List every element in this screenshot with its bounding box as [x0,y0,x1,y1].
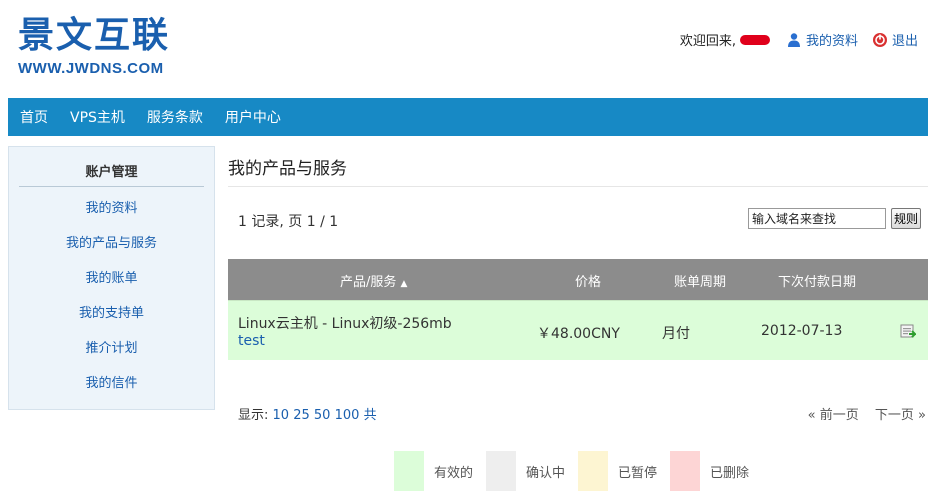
legend-deleted: 已删除 [670,451,762,491]
sidebar-item-products[interactable]: 我的产品与服务 [9,226,214,261]
logo-title: 景文互联 [18,15,171,56]
table-row: Linux云主机 - Linux初级-256mb test ￥48.00CNY … [228,300,928,360]
legend-label: 已暂停 [618,465,658,481]
nav-vps[interactable]: VPS主机 [70,107,125,127]
page-size-50[interactable]: 50 [314,408,331,423]
page-title: 我的产品与服务 [228,159,347,179]
page-size-25[interactable]: 25 [293,408,310,423]
legend-swatch-suspended [578,451,608,491]
legend-pending: 确认中 [486,451,578,491]
logout-link-label: 退出 [891,34,918,49]
logo[interactable]: 景文互联 WWW.JWDNS.COM [18,14,170,78]
display-label: 显示: [238,408,269,423]
legend-swatch-pending [486,451,516,491]
header-product[interactable]: 产品/服务 ▲ [340,271,407,290]
page-size-10[interactable]: 10 [273,408,290,423]
logout-icon [872,32,887,47]
nav-user-center[interactable]: 用户中心 [225,107,281,127]
profile-link-label: 我的资料 [805,34,858,49]
title-divider [228,186,928,187]
page-size-selector: 显示: 10 25 50 100 共 [238,404,377,423]
sidebar-item-affiliates[interactable]: 推介计划 [9,331,214,366]
legend-label: 已删除 [710,465,750,481]
page-size-100[interactable]: 100 [335,408,360,423]
search-form: 规则 [748,208,922,229]
cell-product: Linux云主机 - Linux初级-256mb [238,316,452,332]
legend-label: 有效的 [434,465,474,481]
sidebar-item-emails[interactable]: 我的信件 [9,366,214,401]
page-size-all[interactable]: 共 [364,408,377,423]
main-nav: 首页 VPS主机 服务条款 用户中心 [8,98,928,136]
header-price[interactable]: 价格 [575,271,601,290]
search-input[interactable] [748,208,886,229]
header-billing-cycle[interactable]: 账单周期 [674,271,726,290]
nav-home[interactable]: 首页 [20,107,48,127]
products-table: 产品/服务 ▲ 价格 账单周期 下次付款日期 Linux云主机 - Linux初… [228,259,928,360]
sidebar: 账户管理 我的资料 我的产品与服务 我的账单 我的支持单 推介计划 我的信件 [8,146,215,410]
logo-subtitle: WWW.JWDNS.COM [18,60,164,77]
next-page[interactable]: 下一页 » [875,408,926,423]
user-bar: 欢迎回来, 我的资料 退出 [680,30,918,49]
status-legend: 有效的 确认中 已暂停 已删除 [394,451,762,491]
sidebar-item-tickets[interactable]: 我的支持单 [9,296,214,331]
sidebar-title: 账户管理 [19,161,204,187]
legend-swatch-active [394,451,424,491]
legend-active: 有效的 [394,451,486,491]
legend-label: 确认中 [526,465,566,481]
logout-link[interactable]: 退出 [872,30,918,49]
cell-billing-cycle: 月付 [662,326,690,342]
table-header: 产品/服务 ▲ 价格 账单周期 下次付款日期 [228,259,928,300]
profile-link[interactable]: 我的资料 [786,30,858,49]
cell-price: ￥48.00CNY [537,326,620,342]
user-icon [787,32,800,47]
search-button[interactable]: 规则 [891,208,922,229]
sidebar-item-profile[interactable]: 我的资料 [9,191,214,226]
prev-page[interactable]: « 前一页 [808,408,859,423]
header-product-label: 产品/服务 [340,275,397,290]
record-count: 1 记录, 页 1 / 1 [238,214,339,230]
welcome-text: 欢迎回来, [679,34,736,49]
view-details-icon[interactable] [900,323,916,339]
cell-next-due: 2012-07-13 [761,323,843,339]
nav-terms[interactable]: 服务条款 [147,107,203,127]
sort-asc-icon: ▲ [400,279,408,289]
cell-domain-link[interactable]: test [238,333,265,349]
header-next-due[interactable]: 下次付款日期 [778,271,856,290]
pagination: « 前一页 下一页 » [808,404,926,423]
redacted-username [739,34,770,45]
legend-swatch-deleted [670,451,700,491]
sidebar-item-invoices[interactable]: 我的账单 [9,261,214,296]
legend-suspended: 已暂停 [578,451,670,491]
